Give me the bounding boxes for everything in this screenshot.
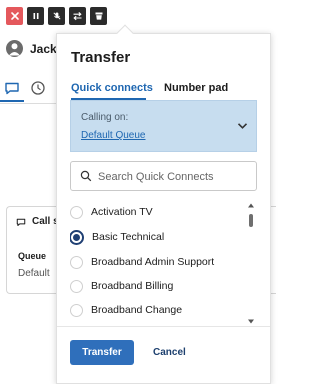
queue-value: Default (18, 268, 50, 279)
radio-button[interactable] (70, 303, 83, 317)
tab-history[interactable] (30, 80, 46, 101)
dialpad-icon (95, 12, 102, 20)
clock-icon (31, 81, 45, 95)
search-icon (80, 170, 92, 182)
list-scrollbar[interactable] (247, 202, 255, 326)
divider (0, 103, 60, 104)
caret-up-icon[interactable] (247, 202, 255, 209)
transfer-popover: Transfer Quick connects Number pad Calli… (56, 24, 271, 384)
call-card-title: Call s (32, 216, 59, 227)
chat-icon (5, 82, 19, 95)
radio-button[interactable] (70, 255, 83, 269)
search-input[interactable] (98, 168, 248, 185)
quick-connect-item[interactable]: Broadband Admin Support (70, 252, 214, 272)
radio-button[interactable] (70, 279, 83, 293)
pause-icon (33, 13, 38, 19)
quick-connect-item[interactable]: Broadband Billing (70, 276, 173, 296)
caret-down-icon[interactable] (247, 318, 255, 325)
popover-title: Transfer (71, 49, 131, 66)
calling-on-dropdown[interactable]: Calling on: Default Queue (70, 100, 257, 152)
quick-connect-label: Broadband Change (91, 304, 183, 316)
quick-connect-item[interactable]: Activation TV (70, 202, 153, 222)
calling-on-label: Calling on: (81, 112, 129, 123)
dialpad-button[interactable] (90, 7, 107, 25)
user-icon (9, 43, 20, 56)
queue-label: Queue (18, 251, 47, 261)
transfer-button[interactable] (69, 7, 86, 25)
radio-button-selected[interactable] (70, 229, 84, 245)
panel-tabs (0, 76, 60, 102)
calling-on-queue-link[interactable]: Default Queue (81, 130, 146, 141)
mic-off-icon (52, 12, 61, 20)
end-call-button[interactable] (6, 7, 23, 25)
transfer-button[interactable]: Transfer (70, 340, 134, 365)
cancel-button[interactable]: Cancel (149, 340, 190, 365)
close-icon (10, 12, 19, 20)
hold-button[interactable] (27, 7, 44, 25)
scrollbar-thumb[interactable] (249, 214, 253, 227)
footer-divider (57, 326, 270, 327)
tab-quick-connects[interactable]: Quick connects (71, 82, 153, 94)
avatar (6, 40, 23, 57)
quick-connect-label: Basic Technical (92, 231, 165, 243)
transfer-tabs: Quick connects Number pad (71, 80, 257, 102)
active-tab-indicator (0, 100, 24, 102)
mute-button[interactable] (48, 7, 65, 25)
quick-connect-item[interactable]: Broadband Change (70, 300, 182, 320)
chevron-down-icon[interactable] (237, 122, 248, 130)
transfer-arrows-icon (73, 11, 82, 21)
call-controls-toolbar (6, 7, 107, 25)
quick-connect-label: Broadband Billing (91, 280, 174, 292)
quick-connect-label: Activation TV (91, 206, 153, 218)
quick-connect-label: Broadband Admin Support (91, 256, 215, 268)
tab-number-pad[interactable]: Number pad (164, 82, 228, 94)
quick-connects-list: Activation TV Basic Technical Broadband … (70, 202, 260, 326)
quick-connect-item[interactable]: Basic Technical (70, 227, 164, 247)
chat-icon (16, 218, 26, 226)
radio-button[interactable] (70, 205, 83, 219)
search-field[interactable] (70, 161, 257, 191)
tab-chat[interactable] (4, 80, 20, 101)
